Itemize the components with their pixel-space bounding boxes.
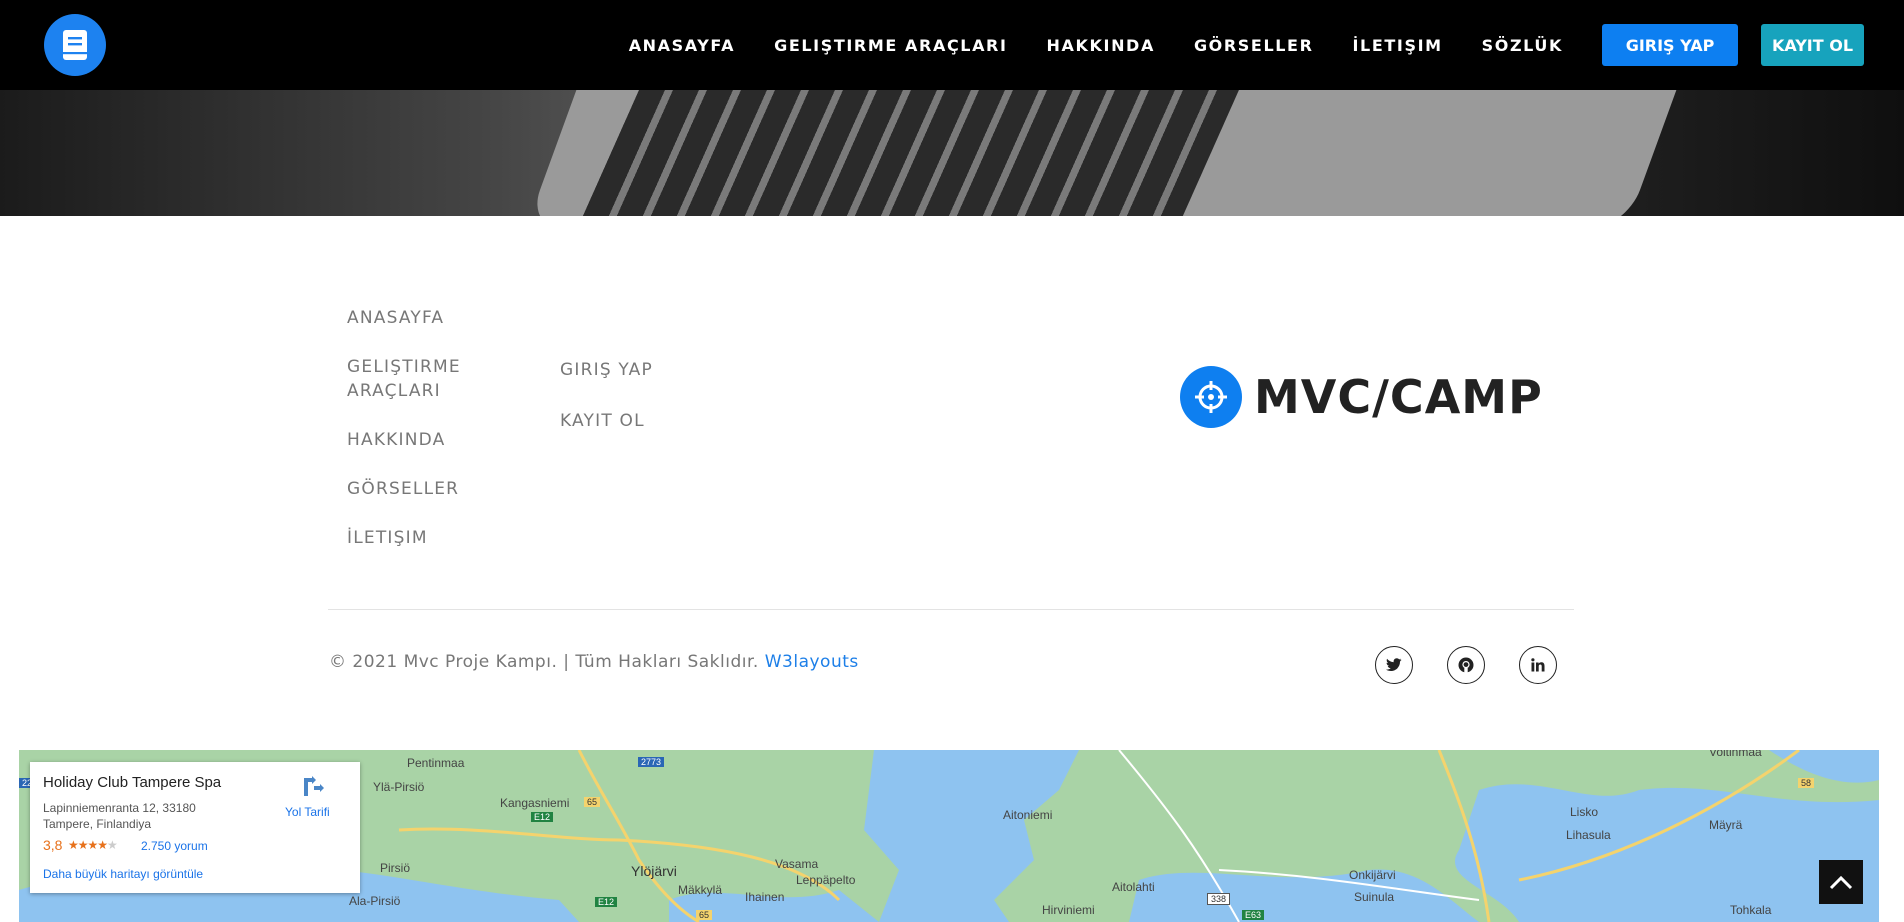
place-title: Holiday Club Tampere Spa <box>43 774 222 791</box>
map-place: Voltinmaa <box>1709 750 1762 759</box>
brand-name: MVC/CAMP <box>1254 370 1543 424</box>
nav-anasayfa[interactable]: ANASAYFA <box>629 36 735 55</box>
footer-link-gorseller[interactable]: GÖRSELLER <box>347 477 477 501</box>
footer-brand[interactable]: MVC/CAMP <box>1180 366 1543 428</box>
hero-laptop-image <box>0 90 1904 216</box>
map-place: Ylä-Pirsiö <box>373 780 425 794</box>
map-place: Mäkkylä <box>678 883 723 897</box>
road-shield: 65 <box>584 797 601 807</box>
chevron-up-icon <box>1829 875 1853 890</box>
footer-link-gelistirme-araclari[interactable]: GELIŞTIRME ARAÇLARI <box>347 355 477 403</box>
map-place: Vasama <box>775 857 819 871</box>
keyboard-shape <box>581 90 1239 216</box>
register-button[interactable]: KAYIT OL <box>1761 24 1864 66</box>
scroll-to-top-button[interactable] <box>1819 860 1863 904</box>
map-place: Leppäpelto <box>796 873 856 887</box>
main-nav: ANASAYFA GELIŞTIRME ARAÇLARI HAKKINDA GÖ… <box>629 24 1864 66</box>
rating-stars: ★★★★★ <box>68 838 118 852</box>
road-shield: 58 <box>1798 778 1815 788</box>
github-button[interactable] <box>1447 646 1485 684</box>
map-place: Lihasula <box>1566 828 1611 842</box>
road-shield: E12 <box>595 897 618 907</box>
footer-link-iletisim[interactable]: İLETIŞIM <box>347 526 477 550</box>
copyright-label: © 2021 Mvc Proje Kampı. | Tüm Hakları Sa… <box>329 652 759 672</box>
footer-link-kayit-ol[interactable]: KAYIT OL <box>560 409 653 433</box>
footer-links-column-1: ANASAYFA GELIŞTIRME ARAÇLARI HAKKINDA GÖ… <box>347 306 477 575</box>
footer-link-giris-yap[interactable]: GIRIŞ YAP <box>560 358 653 382</box>
twitter-button[interactable] <box>1375 646 1413 684</box>
crosshair-icon <box>1180 366 1242 428</box>
login-button[interactable]: GIRIŞ YAP <box>1602 24 1738 66</box>
map-place: Ala-Pirsiö <box>349 894 401 908</box>
nav-sozluk[interactable]: SÖZLÜK <box>1482 36 1563 55</box>
map-place: Aitolahti <box>1112 880 1155 894</box>
map-place: Aitoniemi <box>1003 808 1053 822</box>
bigger-map-link[interactable]: Daha büyük haritayı görüntüle <box>43 867 203 881</box>
road-shield: E12 <box>531 812 554 822</box>
nav-hakkinda[interactable]: HAKKINDA <box>1047 36 1155 55</box>
map-place: Ylöjärvi <box>631 863 677 879</box>
nav-gorseller[interactable]: GÖRSELLER <box>1194 36 1314 55</box>
map-place: Pentinmaa <box>407 756 465 770</box>
nav-iletisim[interactable]: İLETIŞIM <box>1353 36 1443 55</box>
logo[interactable] <box>44 14 106 76</box>
map-place: Pirsiö <box>380 861 411 875</box>
book-icon <box>63 30 87 60</box>
directions-icon[interactable] <box>300 776 324 803</box>
directions-label[interactable]: Yol Tarifi <box>285 805 330 819</box>
road-shield: 65 <box>696 910 713 920</box>
github-icon <box>1458 657 1474 673</box>
top-navbar: ANASAYFA GELIŞTIRME ARAÇLARI HAKKINDA GÖ… <box>0 0 1904 90</box>
map-place: Suinula <box>1354 890 1395 904</box>
footer-link-hakkinda[interactable]: HAKKINDA <box>347 428 477 452</box>
road-shield: E63 <box>1242 910 1265 920</box>
map-place: Kangasniemi <box>500 796 570 810</box>
map-place: Onkijärvi <box>1349 868 1396 882</box>
footer-divider <box>328 609 1574 610</box>
footer-link-anasayfa[interactable]: ANASAYFA <box>347 306 477 330</box>
map-place-card: Holiday Club Tampere Spa Lapinniemenrant… <box>30 762 360 893</box>
footer-links-column-2: GIRIŞ YAP KAYIT OL <box>560 358 653 460</box>
address-line-1: Lapinniemenranta 12, 33180 <box>43 801 196 815</box>
address-line-2: Tampere, Finlandiya <box>43 817 152 831</box>
map-place: Tohkala <box>1730 903 1772 917</box>
rating-value: 3,8 <box>43 837 63 853</box>
w3layouts-link[interactable]: W3layouts <box>765 652 859 672</box>
place-address: Lapinniemenranta 12, 33180 Tampere, Finl… <box>43 800 243 832</box>
twitter-icon <box>1386 658 1402 671</box>
linkedin-icon <box>1531 658 1545 672</box>
road-shield: 2773 <box>638 757 665 767</box>
map-place: Mäyrä <box>1709 818 1743 832</box>
road-shield: 338 <box>1207 893 1231 905</box>
copyright-text: © 2021 Mvc Proje Kampı. | Tüm Hakları Sa… <box>329 652 859 672</box>
reviews-link[interactable]: 2.750 yorum <box>141 839 208 853</box>
map-place: Hirviniemi <box>1042 903 1095 917</box>
nav-gelistirme-araclari[interactable]: GELIŞTIRME ARAÇLARI <box>774 36 1007 55</box>
linkedin-button[interactable] <box>1519 646 1557 684</box>
map-place: Ihainen <box>745 890 785 904</box>
map-place: Lisko <box>1570 805 1599 819</box>
